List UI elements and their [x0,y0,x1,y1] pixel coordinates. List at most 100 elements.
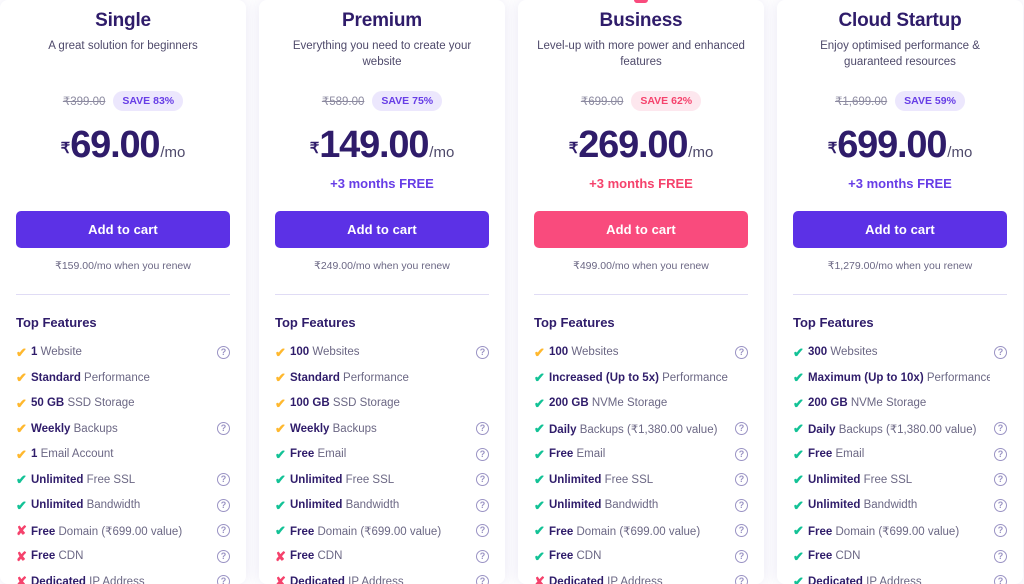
feature-label: Free CDN [808,550,861,562]
top-features-heading: Top Features [16,315,97,330]
renewal-price-note: ₹249.00/mo when you renew [314,260,450,272]
feature-label: Dedicated IP Address [549,575,663,584]
feature-item: ✘ Dedicated IP Address? [275,570,489,584]
check-icon: ✔ [534,446,545,462]
price-period: /mo [947,144,973,161]
original-price: ₹589.00 [321,96,365,108]
original-price: ₹399.00 [62,96,106,108]
cross-icon: ✘ [275,548,286,564]
help-icon[interactable]: ? [735,422,748,435]
features-list: ✔ 1 Website? ✔ Standard Performance ✔ 50 GB S… [16,340,230,584]
check-icon: ✔ [534,395,545,411]
feature-label: Daily Backups (₹1,380.00 value) [549,423,718,436]
current-price: ₹269.00/mo [569,126,714,164]
feature-label: Standard Performance [31,371,150,384]
discount-row: ₹1,699.00 SAVE 59% [835,90,965,112]
feature-label: Dedicated IP Address [31,575,145,584]
help-icon[interactable]: ? [217,524,230,537]
add-to-cart-button[interactable]: Add to cart [275,211,489,248]
help-icon[interactable]: ? [476,549,489,563]
feature-label: Unlimited Free SSL [31,473,136,486]
help-icon[interactable]: ? [994,422,1007,435]
feature-item: ✔ Unlimited Bandwidth? [793,493,1007,517]
currency-symbol: ₹ [309,140,320,157]
features-list: ✔ 100 Websites? ✔ Increased (Up to 5x) Perf… [534,340,748,584]
check-icon: ✔ [534,421,545,436]
feature-label: Daily Backups (₹1,380.00 value) [808,423,977,436]
feature-item: ✔ 100 Websites? [534,340,748,364]
check-icon: ✔ [793,446,804,462]
check-icon: ✔ [793,472,804,487]
check-icon: ✔ [275,523,286,538]
price-period: /mo [429,144,455,161]
feature-label: Free Email [290,448,347,460]
feature-label: Maximum (Up to 10x) Performance [808,371,990,384]
feature-item: ✔ Daily Backups (₹1,380.00 value)? [534,417,748,441]
plan-description: Enjoy optimised performance & guaranteed… [820,40,980,68]
help-icon[interactable]: ? [994,473,1007,486]
section-divider [16,294,230,295]
check-icon: ✔ [275,395,286,411]
cross-icon: ✘ [534,574,545,584]
check-icon: ✔ [793,395,804,411]
feature-item: ✔ Daily Backups (₹1,380.00 value)? [793,417,1007,441]
help-icon[interactable]: ? [994,575,1007,584]
currency-symbol: ₹ [568,140,579,157]
add-to-cart-button[interactable]: Add to cart [16,211,230,248]
help-icon[interactable]: ? [217,575,230,584]
help-icon[interactable]: ? [476,473,489,486]
help-icon[interactable]: ? [217,345,230,359]
help-icon[interactable]: ? [217,422,230,435]
feature-item: ✔ 50 GB SSD Storage [16,391,230,415]
help-icon[interactable]: ? [217,549,230,563]
features-list: ✔ 300 Websites? ✔ Maximum (Up to 10x) Perfo… [793,340,1007,584]
feature-item: ✘ Free CDN? [16,544,230,568]
feature-label: 100 GB SSD Storage [290,397,400,409]
feature-label: 100 Websites [549,346,619,358]
feature-item: ✔ Unlimited Free SSL? [16,468,230,492]
feature-label: 1 Email Account [31,448,114,460]
check-icon: ✔ [16,395,27,411]
feature-item: ✔ Free Email? [534,442,748,466]
currency-symbol: ₹ [60,140,71,157]
help-icon[interactable]: ? [217,498,230,512]
check-icon: ✔ [275,497,286,513]
help-icon[interactable]: ? [735,447,748,461]
feature-item: ✔ Unlimited Bandwidth? [275,493,489,517]
help-icon[interactable]: ? [476,345,489,359]
help-icon[interactable]: ? [994,549,1007,563]
help-icon[interactable]: ? [735,498,748,512]
cross-icon: ✘ [16,548,27,564]
help-icon[interactable]: ? [735,575,748,584]
help-icon[interactable]: ? [994,524,1007,537]
help-icon[interactable]: ? [994,447,1007,461]
feature-label: Free CDN [549,550,602,562]
help-icon[interactable]: ? [735,524,748,537]
price-amount: 149.00 [319,124,429,166]
help-icon[interactable]: ? [735,473,748,486]
feature-label: Weekly Backups [31,422,118,435]
help-icon[interactable]: ? [476,447,489,461]
add-to-cart-button[interactable]: Add to cart [534,211,748,248]
feature-item: ✔ Free CDN? [534,544,748,568]
help-icon[interactable]: ? [994,498,1007,512]
feature-label: Unlimited Bandwidth [290,499,400,511]
help-icon[interactable]: ? [735,549,748,563]
check-icon: ✔ [793,497,804,513]
original-price: ₹1,699.00 [835,96,888,108]
help-icon[interactable]: ? [476,498,489,512]
plan-card: Business Level-up with more power and enh… [518,0,764,584]
feature-label: Dedicated IP Address [808,575,922,584]
help-icon[interactable]: ? [217,473,230,486]
help-icon[interactable]: ? [476,422,489,435]
feature-item: ✔ Weekly Backups? [16,417,230,441]
check-icon: ✔ [793,344,804,360]
renewal-price-note: ₹159.00/mo when you renew [55,260,191,272]
help-icon[interactable]: ? [476,575,489,584]
help-icon[interactable]: ? [735,345,748,359]
check-icon: ✔ [275,421,286,436]
help-icon[interactable]: ? [994,345,1007,359]
add-to-cart-button[interactable]: Add to cart [793,211,1007,248]
months-free-note: +3 months FREE [589,176,693,191]
help-icon[interactable]: ? [476,524,489,537]
